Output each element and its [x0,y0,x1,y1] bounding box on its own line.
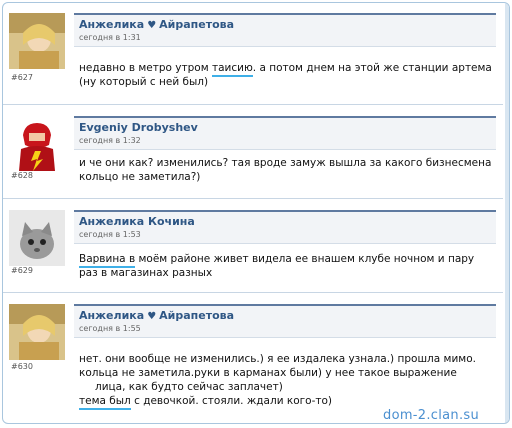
comment-text: и че они как? изменились? тая вроде заму… [79,156,499,184]
comment-line: недавно в метро утром таисию. а потом дн… [79,61,499,77]
comment-date: сегодня в 1:55 [79,324,141,333]
comment-text: недавно в метро утром таисию. а потом дн… [79,61,499,89]
comment-number: #629 [11,266,33,275]
comment-line: лица, как будто сейчас заплачет) [95,381,283,393]
comment-date: сегодня в 1:53 [79,230,141,239]
scrollbar-edge[interactable] [505,3,509,423]
avatar[interactable] [9,210,65,266]
comment-line: нет. они вообще не изменились.) я ее изд… [79,353,476,365]
avatar[interactable] [9,115,65,171]
comment-header: Анжелика ♥ Айрапетова сегодня в 1:31 [74,13,496,47]
avatar-kitten-icon [9,210,65,266]
comments-panel: #627 Анжелика ♥ Айрапетова сегодня в 1:31 … [2,2,510,424]
comment-header: Evgeniy Drobyshev сегодня в 1:32 [74,116,496,150]
avatar-photo-icon [9,304,65,360]
avatar[interactable] [9,13,65,69]
comment-text: нет. они вообще не изменились.) я ее изд… [79,352,499,410]
avatar-photo-icon [9,13,65,69]
heart-icon: ♥ [147,311,157,322]
comment-line: кольца не заметила.руки в карманах были)… [79,367,457,379]
comment-text: Варвина в моём районе живет видела ее вн… [79,252,499,280]
author-name[interactable]: Evgeniy Drobyshev [79,121,198,134]
comment-date: сегодня в 1:31 [79,33,141,42]
comment-line: Варвина в моём районе живет видела ее вн… [79,252,499,268]
site-watermark: dom-2.clan.su [383,408,479,423]
comment-line: тема был с девочкой. стояли. ждали кого-… [79,394,499,410]
author-name[interactable]: Анжелика ♥ Айрапетова [79,309,234,322]
comment-header: Анжелика Кочина сегодня в 1:53 [74,210,496,244]
comment-line: (ну который с ней был) [79,76,209,88]
divider [3,292,503,293]
comment-number: #630 [11,362,33,371]
comment-header: Анжелика ♥ Айрапетова сегодня в 1:55 [74,304,496,338]
comment-line: кольцо не заметила?) [79,171,201,183]
comment-line: раз в магазинах разных [79,267,213,279]
comment-line: и че они как? изменились? тая вроде заму… [79,157,492,169]
comment-number: #628 [11,171,33,180]
author-name[interactable]: Анжелика Кочина [79,215,195,228]
comment-number: #627 [11,73,33,82]
avatar[interactable] [9,304,65,360]
heart-icon: ♥ [147,20,157,31]
divider [3,198,503,199]
divider [3,104,503,105]
author-name[interactable]: Анжелика ♥ Айрапетова [79,18,234,31]
comment-date: сегодня в 1:32 [79,136,141,145]
avatar-flash-icon [9,115,65,171]
